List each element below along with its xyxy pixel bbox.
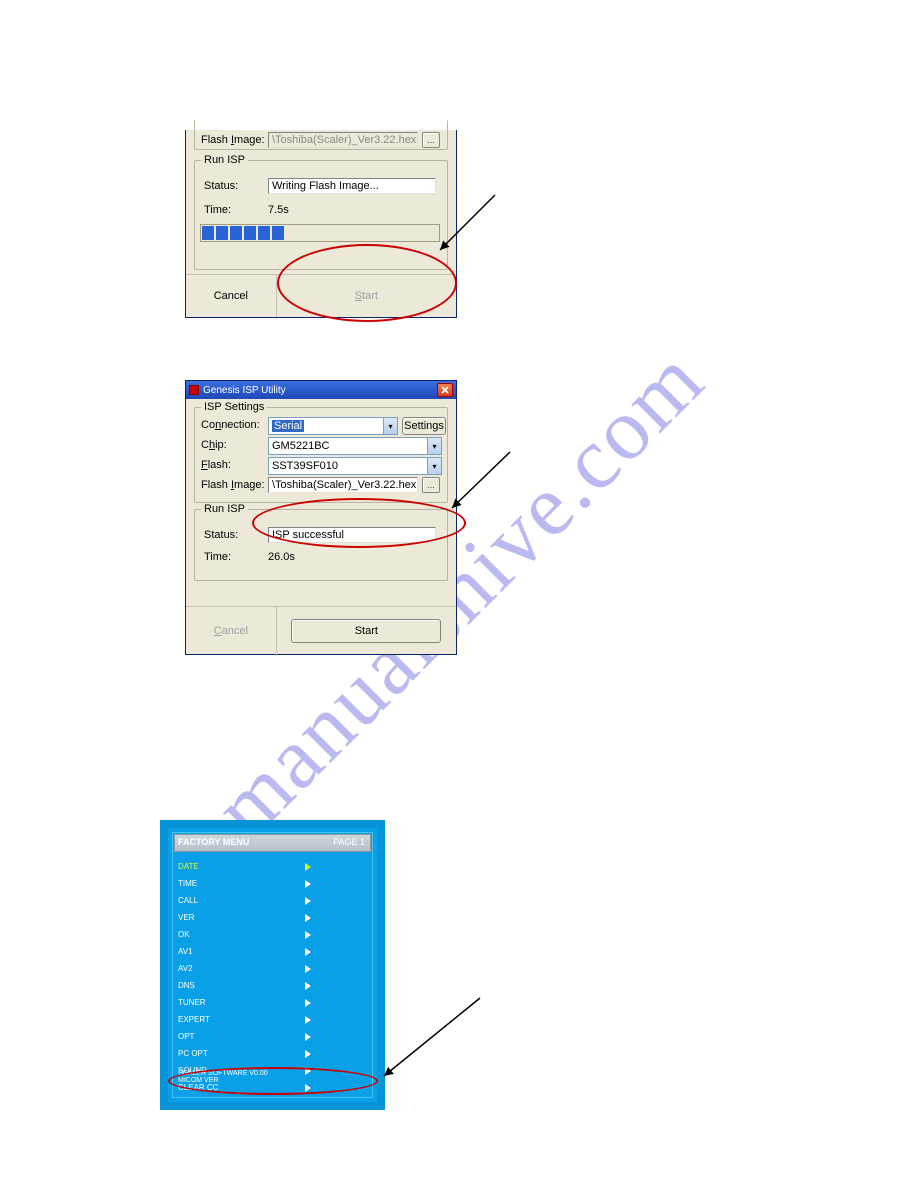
triangle-right-icon	[305, 1016, 311, 1024]
osd-factory-menu: FACTORY MENU PAGE 1 DATE TIME CALL VER O…	[160, 820, 385, 1110]
group-run-isp: Run ISP	[194, 160, 448, 270]
cancel-button-2: Cancel	[214, 625, 248, 637]
cancel-slot: Cancel	[186, 275, 276, 317]
start-slot: Start	[276, 275, 456, 317]
combo-connection[interactable]: Serial ▾	[268, 417, 398, 435]
input-flash-image: \Toshiba(Scaler)_Ver3.22.hex	[268, 132, 418, 148]
triangle-right-icon	[305, 897, 311, 905]
browse-button[interactable]: ...	[422, 132, 440, 148]
triangle-right-icon	[305, 1033, 311, 1041]
triangle-right-icon	[305, 931, 311, 939]
label-flash: Flash:	[201, 459, 231, 471]
title-text: Genesis ISP Utility	[203, 385, 286, 396]
osd-row[interactable]: DATE	[178, 858, 367, 875]
label-connection: Connection:	[201, 419, 260, 431]
label-chip: Chip:	[201, 439, 227, 451]
title-bar: Genesis ISP Utility	[186, 381, 456, 399]
label-time-2: Time:	[204, 551, 231, 563]
progress-seg	[230, 226, 242, 240]
osd-row[interactable]: AV2	[178, 960, 367, 977]
progress-seg	[216, 226, 228, 240]
osd-row[interactable]: PC OPT	[178, 1045, 367, 1062]
triangle-right-icon	[305, 948, 311, 956]
osd-row[interactable]: AV1	[178, 943, 367, 960]
triangle-right-icon	[305, 914, 311, 922]
legend-isp-settings: ISP Settings	[201, 401, 267, 413]
browse-button-2[interactable]: ...	[422, 477, 440, 493]
value-time-2: 26.0s	[268, 551, 295, 563]
progress-seg	[272, 226, 284, 240]
settings-button[interactable]: Settings	[402, 417, 446, 435]
progress-bar	[200, 224, 440, 242]
osd-row[interactable]: CALL	[178, 892, 367, 909]
triangle-right-icon	[305, 863, 311, 871]
osd-row[interactable]: TUNER	[178, 994, 367, 1011]
osd-footer-1: SCALER SOFTWARE V0.00	[178, 1070, 367, 1077]
cancel-slot-2: Cancel	[186, 607, 276, 655]
triangle-right-icon	[305, 999, 311, 1007]
label-flash-image-2: Flash Image:	[201, 479, 265, 491]
combo-chip-value: GM5221BC	[272, 440, 329, 452]
osd-page: PAGE 1	[333, 837, 365, 847]
triangle-right-icon	[305, 880, 311, 888]
combo-chip[interactable]: GM5221BC ▾	[268, 437, 442, 455]
osd-list: DATE TIME CALL VER OK AV1 AV2 DNS TUNER …	[178, 858, 367, 1096]
app-icon	[189, 385, 199, 395]
input-flash-image-2[interactable]: \Toshiba(Scaler)_Ver3.22.hex	[268, 477, 418, 493]
progress-seg	[244, 226, 256, 240]
progress-seg	[202, 226, 214, 240]
osd-row[interactable]: VER	[178, 909, 367, 926]
triangle-right-icon	[305, 965, 311, 973]
button-bar: Cancel Start	[186, 274, 456, 317]
group-run-isp-2: Run ISP	[194, 509, 448, 581]
legend-run-isp: Run ISP	[201, 154, 248, 166]
osd-footer: SCALER SOFTWARE V0.00 MICOM VER	[178, 1070, 367, 1094]
combo-flash-value: SST39SF010	[272, 460, 338, 472]
start-button-2[interactable]: Start	[291, 619, 441, 643]
label-flash-image: Flash Image:	[201, 134, 265, 146]
status-field: Writing Flash Image...	[268, 178, 436, 194]
label-time: Time:	[204, 204, 231, 216]
annotation-arrow-3	[370, 990, 490, 1090]
close-button[interactable]	[437, 383, 453, 397]
combo-connection-value: Serial	[272, 420, 304, 432]
osd-title: FACTORY MENU	[178, 837, 249, 847]
osd-row[interactable]: TIME	[178, 875, 367, 892]
chevron-down-icon: ▾	[427, 458, 441, 474]
legend-run-isp-2: Run ISP	[201, 503, 248, 515]
osd-row[interactable]: DNS	[178, 977, 367, 994]
cancel-button[interactable]: Cancel	[214, 290, 248, 302]
osd-row[interactable]: OK	[178, 926, 367, 943]
triangle-right-icon	[305, 982, 311, 990]
chevron-down-icon: ▾	[427, 438, 441, 454]
progress-seg	[258, 226, 270, 240]
start-slot-2: Start	[276, 607, 456, 655]
osd-row[interactable]: EXPERT	[178, 1011, 367, 1028]
dialog-isp-progress: Flash Image: \Toshiba(Scaler)_Ver3.22.he…	[185, 130, 457, 318]
start-button: Start	[355, 290, 378, 302]
label-status: Status:	[204, 180, 238, 192]
triangle-right-icon	[305, 1050, 311, 1058]
combo-flash[interactable]: SST39SF010 ▾	[268, 457, 442, 475]
status-field-2: ISP successful	[268, 527, 436, 543]
label-status-2: Status:	[204, 529, 238, 541]
dialog-isp-utility: Genesis ISP Utility ISP Settings Connect…	[185, 380, 457, 655]
mnemonic-i: I	[231, 134, 234, 146]
value-time: 7.5s	[268, 204, 289, 216]
button-bar-2: Cancel Start	[186, 606, 456, 654]
chevron-down-icon: ▾	[383, 418, 397, 434]
osd-row[interactable]: OPT	[178, 1028, 367, 1045]
osd-footer-2: MICOM VER	[178, 1077, 367, 1084]
